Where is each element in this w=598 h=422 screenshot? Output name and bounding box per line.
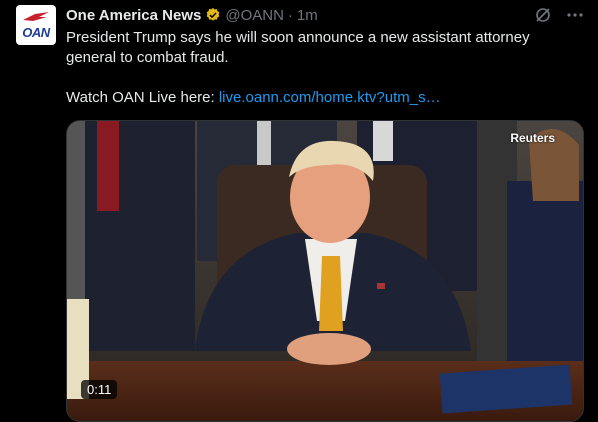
tweet-header: One America News @OANN · 1m — [66, 5, 318, 25]
tweet[interactable]: OAN One America News @OANN · 1m Presiden… — [0, 0, 598, 422]
watch-prefix: Watch OAN Live here: — [66, 89, 219, 106]
live-link[interactable]: live.oann.com/home.ktv?utm_s… — [219, 89, 441, 106]
avatar-label: OAN — [22, 25, 50, 40]
tweet-actions-top — [534, 6, 584, 29]
tweet-text: President Trump says he will soon announ… — [66, 28, 576, 108]
tweet-time[interactable]: 1m — [297, 7, 318, 24]
verified-badge-icon — [207, 8, 220, 21]
more-options-icon[interactable] — [566, 6, 584, 29]
grok-icon[interactable] — [534, 6, 552, 29]
account-name[interactable]: One America News — [66, 7, 201, 24]
account-handle[interactable]: @OANN — [225, 7, 284, 24]
video-duration: 0:11 — [81, 380, 118, 399]
tweet-body: President Trump says he will soon announ… — [66, 29, 530, 66]
eagle-logo-icon — [23, 12, 49, 21]
avatar[interactable]: OAN — [16, 5, 56, 45]
tweet-watch-line: Watch OAN Live here: live.oann.com/home.… — [66, 88, 576, 108]
separator-dot: · — [287, 6, 293, 24]
video-watermark: Reuters — [510, 131, 555, 145]
video-player[interactable]: Reuters 0:11 — [66, 120, 584, 422]
video-frame — [67, 121, 583, 421]
